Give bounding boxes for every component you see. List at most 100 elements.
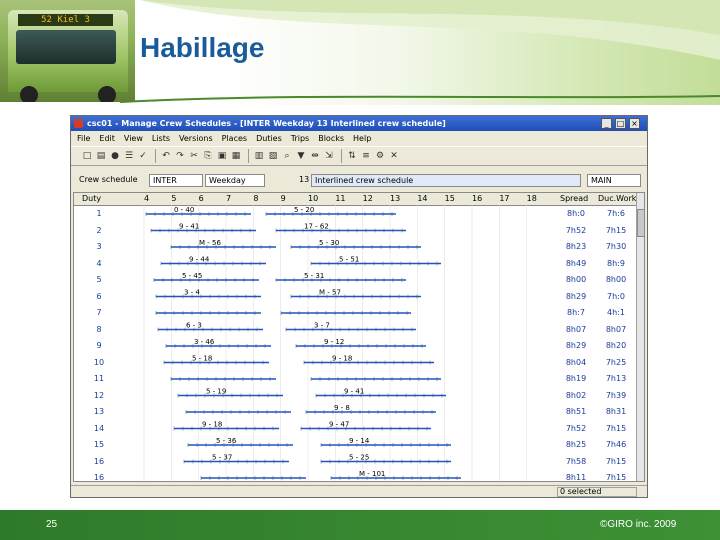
- work-cell[interactable]: 7h46: [596, 437, 636, 452]
- work-cell[interactable]: 4h:1: [596, 305, 636, 320]
- menu-file[interactable]: File: [77, 134, 90, 143]
- duty-cell[interactable]: 10: [74, 355, 124, 370]
- tools-icon[interactable]: ⚙: [374, 150, 386, 162]
- chart-icon[interactable]: ▧: [267, 150, 279, 162]
- spread-cell[interactable]: 8h51: [556, 404, 596, 419]
- close-icon[interactable]: ✕: [388, 150, 400, 162]
- spread-cell[interactable]: 8h23: [556, 239, 596, 254]
- minimize-button[interactable]: _: [601, 118, 612, 129]
- cut-icon[interactable]: ✂: [188, 150, 200, 162]
- maximize-button[interactable]: □: [615, 118, 626, 129]
- window-title-bar[interactable]: csc01 - Manage Crew Schedules - [INTER W…: [71, 116, 647, 131]
- check-icon[interactable]: ✓: [137, 150, 149, 162]
- work-cell[interactable]: 7h30: [596, 239, 636, 254]
- duty-cell[interactable]: 9: [74, 338, 124, 353]
- work-cell[interactable]: 8h:9: [596, 256, 636, 271]
- spread-cell[interactable]: 8h02: [556, 388, 596, 403]
- duty-cell[interactable]: 13: [74, 404, 124, 419]
- work-cell[interactable]: 8h00: [596, 272, 636, 287]
- copy-icon[interactable]: ⎘: [202, 150, 214, 162]
- duty-cell[interactable]: 16: [74, 470, 124, 481]
- menu-view[interactable]: View: [124, 134, 143, 143]
- hour-header: 5: [171, 194, 177, 203]
- spread-cell[interactable]: 8h04: [556, 355, 596, 370]
- duty-column-header[interactable]: Duty: [82, 193, 101, 205]
- branch-field[interactable]: MAIN: [587, 174, 641, 187]
- filter-icon[interactable]: ▼: [295, 150, 307, 162]
- work-cell[interactable]: 7h15: [596, 454, 636, 469]
- duty-timeline[interactable]: 0 - 40 5 - 20 9 - 41 17 - 62 M - 56 5 - 30 9 -…: [126, 205, 556, 481]
- duty-cell[interactable]: 3: [74, 239, 124, 254]
- info-icon[interactable]: ●: [109, 150, 121, 162]
- vertical-scrollbar[interactable]: [636, 193, 644, 481]
- menu-edit[interactable]: Edit: [99, 134, 115, 143]
- duty-cell[interactable]: 2: [74, 223, 124, 238]
- work-cell[interactable]: 7h25: [596, 355, 636, 370]
- duty-cell[interactable]: 7: [74, 305, 124, 320]
- open-icon[interactable]: ▤: [95, 150, 107, 162]
- merge-icon[interactable]: ⇲: [323, 150, 335, 162]
- duty-cell[interactable]: 15: [74, 437, 124, 452]
- work-column-header[interactable]: Duc.Work: [598, 193, 636, 205]
- spread-column-header[interactable]: Spread: [560, 193, 588, 205]
- sort-icon[interactable]: ⇅: [346, 150, 358, 162]
- menu-duties[interactable]: Duties: [256, 134, 282, 143]
- work-cell[interactable]: 7h13: [596, 371, 636, 386]
- work-cell[interactable]: 8h31: [596, 404, 636, 419]
- duty-cell[interactable]: 11: [74, 371, 124, 386]
- work-cell[interactable]: 7h15: [596, 421, 636, 436]
- undo-icon[interactable]: ↶: [160, 150, 172, 162]
- hour-header: 9: [280, 194, 286, 203]
- work-cell[interactable]: 7h:6: [596, 206, 636, 221]
- duty-cell[interactable]: 12: [74, 388, 124, 403]
- spread-cell[interactable]: 7h58: [556, 454, 596, 469]
- work-cell[interactable]: 7h:0: [596, 289, 636, 304]
- spread-cell[interactable]: 8h29: [556, 289, 596, 304]
- menu-trips[interactable]: Trips: [291, 134, 309, 143]
- menu-versions[interactable]: Versions: [179, 134, 213, 143]
- day-type-field[interactable]: Weekday: [205, 174, 265, 187]
- spread-cell[interactable]: 7h52: [556, 421, 596, 436]
- toolbar-separator: [341, 149, 342, 163]
- spread-cell[interactable]: 8h07: [556, 322, 596, 337]
- paste-icon[interactable]: ▣: [216, 150, 228, 162]
- scenario-field[interactable]: INTER: [149, 174, 203, 187]
- close-window-button[interactable]: ×: [629, 118, 640, 129]
- schedule-description-field[interactable]: Interlined crew schedule: [311, 174, 581, 187]
- duty-cell[interactable]: 16: [74, 454, 124, 469]
- work-cell[interactable]: 8h20: [596, 338, 636, 353]
- duty-cell[interactable]: 8: [74, 322, 124, 337]
- work-cell[interactable]: 7h15: [596, 470, 636, 481]
- work-cell[interactable]: 7h15: [596, 223, 636, 238]
- work-cell[interactable]: 8h07: [596, 322, 636, 337]
- menu-places[interactable]: Places: [222, 134, 247, 143]
- split-icon[interactable]: ⇹: [309, 150, 321, 162]
- list-icon[interactable]: ☰: [123, 150, 135, 162]
- duty-cell[interactable]: 4: [74, 256, 124, 271]
- work-cell[interactable]: 7h39: [596, 388, 636, 403]
- duty-cell[interactable]: 6: [74, 289, 124, 304]
- spread-cell[interactable]: 7h52: [556, 223, 596, 238]
- new-icon[interactable]: □: [81, 150, 93, 162]
- duty-cell[interactable]: 5: [74, 272, 124, 287]
- menu-blocks[interactable]: Blocks: [318, 134, 344, 143]
- align-icon[interactable]: ≡: [360, 150, 372, 162]
- menu-lists[interactable]: Lists: [152, 134, 170, 143]
- menu-help[interactable]: Help: [353, 134, 371, 143]
- calc-icon[interactable]: ▥: [253, 150, 265, 162]
- spread-cell[interactable]: 8h29: [556, 338, 596, 353]
- spread-cell[interactable]: 8h19: [556, 371, 596, 386]
- spread-cell[interactable]: 8h:7: [556, 305, 596, 320]
- spread-cell[interactable]: 8h11: [556, 470, 596, 481]
- search-icon[interactable]: ⌕: [281, 150, 293, 162]
- redo-icon[interactable]: ↷: [174, 150, 186, 162]
- spread-cell[interactable]: 8h25: [556, 437, 596, 452]
- duty-cell[interactable]: 1: [74, 206, 124, 221]
- spread-cell[interactable]: 8h49: [556, 256, 596, 271]
- spread-cell[interactable]: 8h00: [556, 272, 596, 287]
- scrollbar-thumb[interactable]: [637, 209, 644, 237]
- spread-cell[interactable]: 8h:0: [556, 206, 596, 221]
- duty-piece-label: 5 - 31: [304, 272, 324, 280]
- grid-icon[interactable]: ▦: [230, 150, 242, 162]
- duty-cell[interactable]: 14: [74, 421, 124, 436]
